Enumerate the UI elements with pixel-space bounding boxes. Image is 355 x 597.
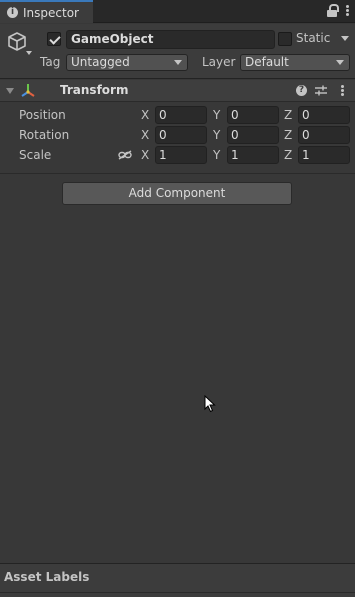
info-icon: i: [7, 7, 18, 18]
tag-dropdown[interactable]: Untagged: [66, 54, 188, 71]
more-options-icon[interactable]: [345, 4, 349, 17]
static-checkbox[interactable]: [278, 32, 292, 46]
transform-axes-icon: [21, 84, 35, 97]
position-z-axis-label[interactable]: Z: [284, 108, 292, 122]
chevron-down-icon: [336, 60, 344, 65]
add-component-button[interactable]: Add Component: [62, 182, 292, 205]
chevron-down-icon: [174, 60, 182, 65]
lock-icon[interactable]: [327, 4, 339, 17]
divider: [0, 173, 355, 174]
scale-x-field[interactable]: 1: [155, 146, 207, 164]
layer-label: Layer: [202, 55, 236, 69]
divider: [0, 592, 355, 593]
position-y-axis-label[interactable]: Y: [213, 108, 220, 122]
rotation-z-field[interactable]: 0: [298, 126, 350, 144]
tag-value: Untagged: [71, 55, 130, 69]
help-icon[interactable]: ?: [296, 85, 307, 96]
layer-value: Default: [245, 55, 289, 69]
tab-label: Inspector: [23, 5, 79, 20]
position-y-field[interactable]: 0: [227, 106, 279, 124]
tab-bar: i Inspector: [0, 0, 355, 23]
icon-dropdown-arrow[interactable]: [26, 51, 32, 55]
scale-z-field[interactable]: 1: [298, 146, 350, 164]
presets-sliders-icon[interactable]: [315, 85, 327, 96]
foldout-arrow-icon[interactable]: [6, 88, 14, 94]
constrain-proportions-link-icon[interactable]: [118, 150, 132, 160]
position-x-axis-label[interactable]: X: [141, 108, 149, 122]
scale-label: Scale: [19, 148, 52, 162]
scale-z-axis-label[interactable]: Z: [284, 148, 292, 162]
rotation-x-axis-label[interactable]: X: [141, 128, 149, 142]
tag-label: Tag: [40, 55, 61, 69]
layer-dropdown[interactable]: Default: [240, 54, 350, 71]
object-name-field[interactable]: GameObject: [66, 30, 275, 49]
active-checkbox[interactable]: [47, 32, 61, 46]
rotation-z-axis-label[interactable]: Z: [284, 128, 292, 142]
static-label: Static: [296, 31, 331, 45]
component-title: Transform: [60, 83, 129, 97]
static-dropdown-arrow[interactable]: [341, 36, 349, 41]
mouse-cursor-icon: [204, 395, 216, 413]
asset-labels-title: Asset Labels: [4, 570, 90, 584]
rotation-y-axis-label[interactable]: Y: [213, 128, 220, 142]
transform-header[interactable]: Transform ?: [0, 80, 355, 102]
rotation-x-field[interactable]: 0: [155, 126, 207, 144]
scale-x-axis-label[interactable]: X: [141, 148, 149, 162]
position-x-field[interactable]: 0: [155, 106, 207, 124]
tab-actions: [327, 4, 349, 17]
scale-y-axis-label[interactable]: Y: [213, 148, 220, 162]
asset-labels-panel[interactable]: Asset Labels: [0, 563, 355, 597]
position-label: Position: [19, 108, 66, 122]
position-z-field[interactable]: 0: [298, 106, 350, 124]
object-header: GameObject Static Tag Untagged Layer Def…: [0, 24, 355, 79]
scale-y-field[interactable]: 1: [227, 146, 279, 164]
rotation-y-field[interactable]: 0: [227, 126, 279, 144]
component-menu-icon[interactable]: [340, 84, 344, 97]
rotation-label: Rotation: [19, 128, 70, 142]
tab-inspector[interactable]: i Inspector: [0, 0, 93, 23]
